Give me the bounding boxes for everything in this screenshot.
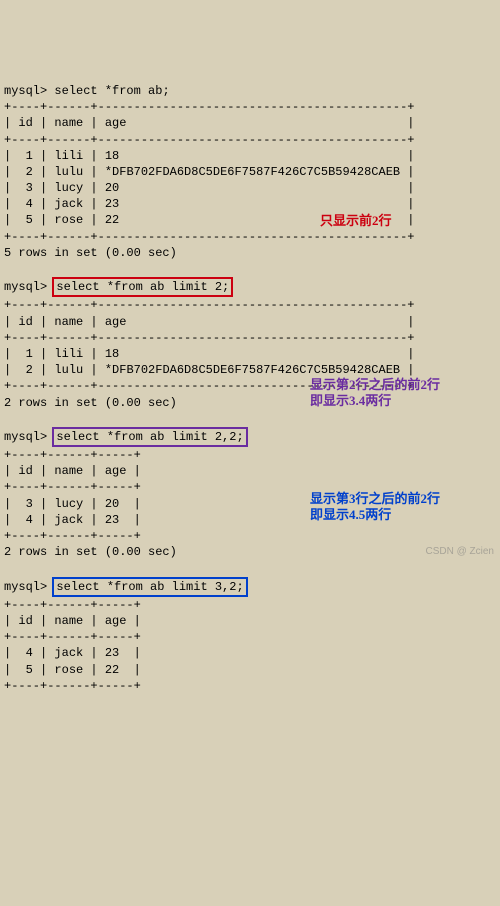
annotation-1: 只显示前2行 [320, 212, 392, 230]
query-4: select *from ab limit 3,2; [56, 580, 243, 594]
annotation-3-line1: 显示第3行之后的前2行 [310, 490, 440, 508]
col-age: age [105, 116, 127, 130]
prompt: mysql> [4, 280, 47, 294]
col-name: name [54, 116, 83, 130]
col-id: id [18, 116, 32, 130]
watermark: CSDN @ Zcien [426, 545, 495, 559]
separator: +----+------+---------------------------… [4, 100, 414, 114]
prompt: mysql> [4, 580, 47, 594]
query-4-highlight: select *from ab limit 3,2; [52, 577, 247, 597]
result-footer: 5 rows in set (0.00 sec) [4, 246, 177, 260]
query-2-highlight: select *from ab limit 2; [52, 277, 233, 297]
prompt: mysql> [4, 430, 47, 444]
annotation-2-line2: 即显示3.4两行 [310, 392, 391, 410]
query-3: select *from ab limit 2,2; [56, 430, 243, 444]
cell: 1 [26, 149, 33, 163]
result-footer: 2 rows in set (0.00 sec) [4, 545, 177, 559]
prompt: mysql> [4, 84, 47, 98]
annotation-2-line1: 显示第2行之后的前2行 [310, 376, 440, 394]
query-2: select *from ab limit 2; [56, 280, 229, 294]
annotation-3-line2: 即显示4.5两行 [310, 506, 391, 524]
result-footer: 2 rows in set (0.00 sec) [4, 396, 177, 410]
query-1: select *from ab; [54, 84, 169, 98]
query-3-highlight: select *from ab limit 2,2; [52, 427, 247, 447]
